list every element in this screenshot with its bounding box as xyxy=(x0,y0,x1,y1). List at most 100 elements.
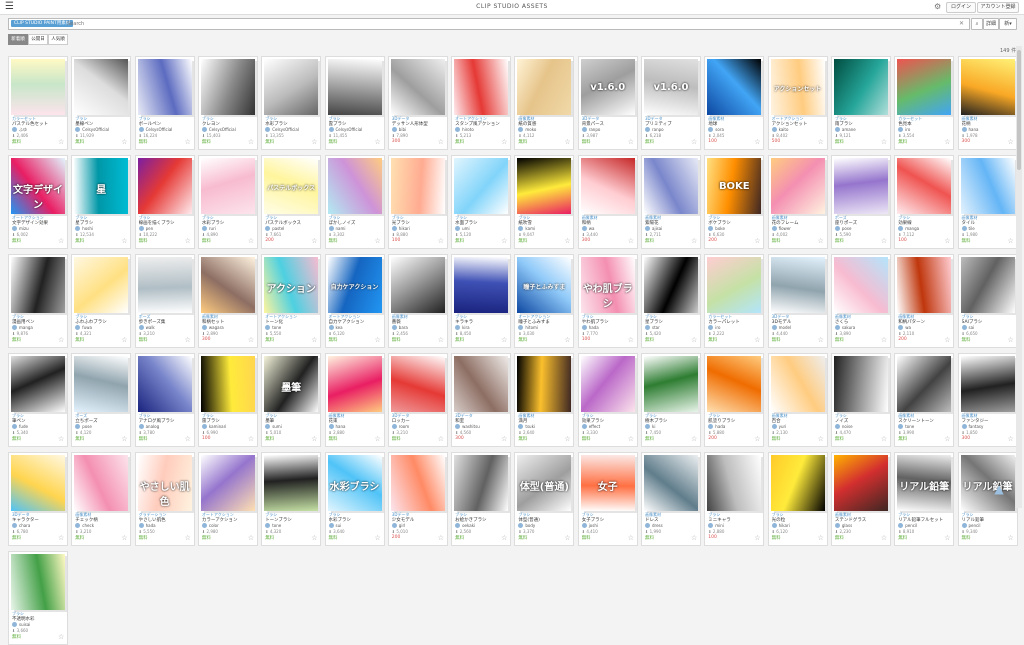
asset-thumbnail[interactable] xyxy=(897,59,952,115)
asset-card[interactable]: 3Dデータ 和室 washitsu ⬇ 4,560 300 ☆ xyxy=(451,353,512,447)
asset-card[interactable]: 画像素材 ファンタジー fantasy ⬇ 1,850 300 ☆ xyxy=(957,353,1018,447)
asset-card[interactable]: ブラシ ボールペン CelsysOfficial ⬇ 16,224 無料 ☆ xyxy=(134,56,195,150)
asset-thumbnail[interactable] xyxy=(897,158,952,214)
favorite-star-icon[interactable]: ☆ xyxy=(564,535,570,542)
favorite-star-icon[interactable]: ☆ xyxy=(818,535,824,542)
asset-thumbnail[interactable] xyxy=(454,158,509,214)
scrollbar[interactable] xyxy=(1016,46,1022,508)
asset-thumbnail[interactable] xyxy=(517,59,572,115)
asset-card[interactable]: 3Dデータ ロッカー room ⬇ 3,210 無料 ☆ xyxy=(387,353,448,447)
asset-thumbnail[interactable] xyxy=(517,356,572,412)
asset-thumbnail[interactable]: 星 xyxy=(74,158,129,214)
favorite-star-icon[interactable]: ☆ xyxy=(754,436,760,443)
register-button[interactable]: アカウント登録 xyxy=(977,2,1019,13)
favorite-star-icon[interactable]: ☆ xyxy=(628,139,634,146)
sort-select[interactable]: 新▾ xyxy=(999,18,1017,30)
asset-thumbnail[interactable] xyxy=(897,356,952,412)
favorite-star-icon[interactable]: ☆ xyxy=(881,139,887,146)
favorite-star-icon[interactable]: ☆ xyxy=(121,535,127,542)
asset-thumbnail[interactable] xyxy=(390,158,445,214)
asset-thumbnail[interactable] xyxy=(390,59,445,115)
favorite-star-icon[interactable]: ☆ xyxy=(438,238,444,245)
asset-card[interactable]: オートアクション スタンプ風アクション hiroto ⬇ 5,213 無料 ☆ xyxy=(451,56,512,150)
asset-card[interactable]: ブラシ 雷ブラシ kaminari ⬇ 6,990 100 ☆ xyxy=(197,353,258,447)
asset-card[interactable]: 画像素材 百合 yuri ⬇ 2,130 無料 ☆ xyxy=(767,353,828,447)
asset-card[interactable]: ブラシ 墨線ペン CelsysOfficial ⬇ 11,929 無料 ☆ xyxy=(71,56,132,150)
asset-card[interactable]: ブラシ 効果線 manga ⬇ 7,112 100 ☆ xyxy=(894,155,955,249)
asset-thumbnail[interactable] xyxy=(327,59,382,115)
favorite-star-icon[interactable]: ☆ xyxy=(438,139,444,146)
asset-card[interactable]: ブラシ 漫画用ペン manga ⬇ 9,876 無料 ☆ xyxy=(8,254,68,348)
favorite-star-icon[interactable]: ☆ xyxy=(944,436,950,443)
asset-thumbnail[interactable] xyxy=(390,356,445,412)
asset-thumbnail[interactable] xyxy=(327,356,382,412)
asset-card[interactable]: ブラシ クレヨン CelsysOfficial ⬇ 15,403 無料 ☆ xyxy=(197,56,258,150)
asset-thumbnail[interactable] xyxy=(770,257,825,313)
favorite-star-icon[interactable]: ☆ xyxy=(375,238,381,245)
asset-card[interactable]: 女子 ブラシ 女子ブラシ joshi ⬇ 4,410 無料 ☆ xyxy=(577,452,638,546)
favorite-star-icon[interactable]: ☆ xyxy=(754,535,760,542)
favorite-star-icon[interactable]: ☆ xyxy=(564,436,570,443)
asset-thumbnail[interactable] xyxy=(11,356,65,412)
asset-card[interactable]: 画像素材 ステンドグラス glass ⬇ 2,230 無料 ☆ xyxy=(830,452,891,546)
asset-card[interactable]: ブラシ SAIブラシ sai ⬇ 6,650 無料 ☆ xyxy=(957,254,1018,348)
asset-thumbnail[interactable]: アクションセット xyxy=(770,59,825,115)
asset-card[interactable]: ブラシ 光ブラシ hikari ⬇ 8,880 100 ☆ xyxy=(387,155,448,249)
favorite-star-icon[interactable]: ☆ xyxy=(248,337,254,344)
asset-card[interactable]: 画像素材 地球 sora ⬇ 2,045 100 ☆ xyxy=(704,56,765,150)
asset-card[interactable]: 画像素材 花柄 hana ⬇ 1,978 300 ☆ xyxy=(957,56,1018,150)
asset-thumbnail[interactable] xyxy=(770,455,825,511)
favorite-star-icon[interactable]: ☆ xyxy=(564,139,570,146)
search-button[interactable]: ⌕ xyxy=(971,18,983,30)
favorite-star-icon[interactable]: ☆ xyxy=(501,139,507,146)
favorite-star-icon[interactable]: ☆ xyxy=(944,535,950,542)
asset-thumbnail[interactable] xyxy=(897,257,952,313)
asset-thumbnail[interactable] xyxy=(264,455,319,511)
favorite-star-icon[interactable]: ☆ xyxy=(944,238,950,245)
asset-card[interactable]: ブラシ 水彩ブラシ ruri ⬇ 4,890 無料 ☆ xyxy=(197,155,258,249)
asset-card[interactable]: ブラシ キラキラ kira ⬇ 8,450 無料 ☆ xyxy=(451,254,512,348)
asset-thumbnail[interactable]: v1.6.0 xyxy=(644,59,698,115)
asset-thumbnail[interactable] xyxy=(200,455,255,511)
favorite-star-icon[interactable]: ☆ xyxy=(691,535,697,542)
asset-thumbnail[interactable] xyxy=(200,356,255,412)
asset-thumbnail[interactable] xyxy=(200,158,255,214)
favorite-star-icon[interactable]: ☆ xyxy=(438,535,444,542)
asset-thumbnail[interactable] xyxy=(11,257,65,313)
asset-thumbnail[interactable] xyxy=(74,257,129,313)
favorite-star-icon[interactable]: ☆ xyxy=(58,238,64,245)
category-chip[interactable]: CLIP STUDIO PAINT用素材 xyxy=(11,20,74,27)
favorite-star-icon[interactable]: ☆ xyxy=(121,139,127,146)
asset-thumbnail[interactable] xyxy=(390,257,445,313)
asset-card[interactable]: ブラシ 水面ブラシ umi ⬇ 5,120 無料 ☆ xyxy=(451,155,512,249)
asset-card[interactable]: v1.6.0 3Dデータ 背景パース ranpo ⬇ 3,987 無料 ☆ xyxy=(577,56,638,150)
search-input[interactable] xyxy=(67,19,947,28)
asset-thumbnail[interactable] xyxy=(454,356,509,412)
asset-card[interactable]: リアル鉛筆 ブラシ リアル鉛筆フルセット pencil ⬇ 8,910 無料 ☆ xyxy=(894,452,955,546)
gear-icon[interactable]: ⚙ xyxy=(934,2,941,11)
asset-thumbnail[interactable] xyxy=(137,59,192,115)
asset-card[interactable]: ブラシ 効果ブラシ effect ⬇ 3,330 無料 ☆ xyxy=(577,353,638,447)
favorite-star-icon[interactable]: ☆ xyxy=(628,238,634,245)
asset-thumbnail[interactable] xyxy=(580,356,635,412)
asset-card[interactable]: 文字デザイン オートアクション 文字デザイン効果 mizu ⬇ 6,002 無料 ☆ xyxy=(8,155,68,249)
favorite-star-icon[interactable]: ☆ xyxy=(501,535,507,542)
favorite-star-icon[interactable]: ☆ xyxy=(881,337,887,344)
asset-card[interactable]: ポーズ 歩きポーズ集 walk ⬇ 3,210 無料 ☆ xyxy=(134,254,195,348)
scrollbar-thumb[interactable] xyxy=(1017,50,1021,170)
asset-card[interactable]: 画像素材 紙の質感 moko ⬇ 4,112 無料 ☆ xyxy=(514,56,575,150)
favorite-star-icon[interactable]: ☆ xyxy=(185,337,191,344)
asset-thumbnail[interactable] xyxy=(74,59,129,115)
favorite-star-icon[interactable]: ☆ xyxy=(311,436,317,443)
favorite-star-icon[interactable]: ☆ xyxy=(58,535,64,542)
asset-card[interactable]: 瞳子とふみすま オートアクション 瞳子とふみすま hitomi ⬇ 3,030 無料 ☆ xyxy=(514,254,575,348)
asset-thumbnail[interactable] xyxy=(517,158,572,214)
favorite-star-icon[interactable]: ☆ xyxy=(628,436,634,443)
asset-card[interactable]: 画像素材 花のフレーム flower ⬇ 4,002 無料 ☆ xyxy=(767,155,828,249)
asset-thumbnail[interactable] xyxy=(11,554,65,610)
favorite-star-icon[interactable]: ☆ xyxy=(248,139,254,146)
favorite-star-icon[interactable]: ☆ xyxy=(881,238,887,245)
asset-card[interactable]: オートアクション カラーアクション color ⬇ 2,980 無料 ☆ xyxy=(197,452,258,546)
asset-thumbnail[interactable] xyxy=(11,59,65,115)
asset-card[interactable]: v1.6.0 3Dデータ プリミティブ ranpo ⬇ 6,218 無料 ☆ xyxy=(641,56,701,150)
